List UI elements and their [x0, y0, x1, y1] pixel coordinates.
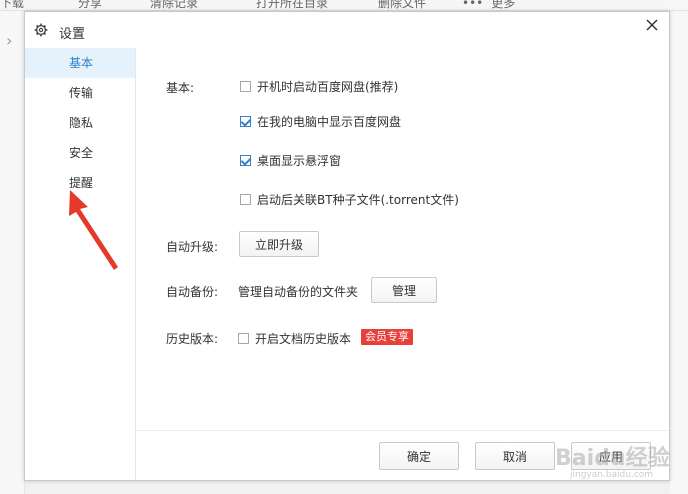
- share-icon: [60, 0, 72, 9]
- delete-icon: [360, 0, 372, 9]
- upgrade-now-button[interactable]: 立即升级: [239, 231, 319, 257]
- launch-on-startup-checkbox[interactable]: [240, 81, 251, 92]
- history-version-label: 历史版本:: [166, 332, 219, 346]
- option-document-history[interactable]: 开启文档历史版本: [238, 330, 351, 347]
- option-label: 开启文档历史版本: [255, 332, 352, 346]
- toolbar-download[interactable]: 下载: [0, 0, 24, 11]
- option-label: 桌面显示悬浮窗: [257, 154, 342, 168]
- desktop-float-window-checkbox[interactable]: [240, 155, 251, 166]
- cancel-button[interactable]: 取消: [475, 442, 555, 470]
- background-right-panel: [670, 11, 688, 494]
- dialog-footer: 确定 取消 应用: [136, 430, 669, 481]
- toolbar-delete-label: 删除文件: [378, 0, 427, 10]
- option-label: 启动后关联BT种子文件(.torrent文件): [257, 193, 459, 207]
- option-show-in-my-computer[interactable]: 在我的电脑中显示百度网盘: [240, 113, 401, 130]
- auto-backup-description: 管理自动备份的文件夹: [238, 285, 359, 299]
- more-dots-icon: •••: [462, 0, 484, 10]
- option-desktop-float-window[interactable]: 桌面显示悬浮窗: [240, 152, 341, 169]
- ok-button[interactable]: 确定: [379, 442, 459, 470]
- manage-backup-button[interactable]: 管理: [371, 277, 437, 303]
- gear-icon: [34, 23, 48, 37]
- sidebar-item-privacy[interactable]: 隐私: [25, 108, 135, 138]
- apply-button[interactable]: 应用: [571, 442, 651, 470]
- clear-icon: [132, 0, 144, 9]
- dialog-titlebar: 设置: [25, 12, 669, 48]
- sidebar-item-security[interactable]: 安全: [25, 138, 135, 168]
- toolbar-more[interactable]: ••• 更多: [462, 0, 515, 11]
- toolbar-more-label: 更多: [491, 0, 516, 10]
- vip-only-badge: 会员专享: [361, 329, 413, 345]
- sidebar-item-basic[interactable]: 基本: [25, 48, 135, 78]
- toolbar-clear-records[interactable]: 清除记录: [132, 0, 198, 11]
- annotation-arrow: [69, 190, 118, 270]
- show-in-my-computer-checkbox[interactable]: [240, 116, 251, 127]
- auto-backup-label: 自动备份:: [166, 285, 219, 299]
- toolbar-delete-file[interactable]: 删除文件: [360, 0, 426, 11]
- option-associate-bt-files[interactable]: 启动后关联BT种子文件(.torrent文件): [240, 191, 459, 208]
- settings-content: 基本: 开机时启动百度网盘(推荐) 在我的电脑中显示百度网盘 桌面显示悬浮窗 启…: [136, 48, 669, 430]
- toolbar-open-folder-label: 打开所在目录: [256, 0, 329, 10]
- close-icon[interactable]: [643, 16, 661, 34]
- option-label: 在我的电脑中显示百度网盘: [257, 115, 402, 129]
- auto-upgrade-label: 自动升级:: [166, 240, 219, 254]
- dialog-title: 设置: [59, 27, 86, 42]
- associate-bt-files-checkbox[interactable]: [240, 194, 251, 205]
- sidebar-item-transfer[interactable]: 传输: [25, 78, 135, 108]
- background-toolbar: 下载 分享 清除记录 打开所在目录 删除文件 ••• 更多: [0, 0, 688, 11]
- option-launch-on-startup[interactable]: 开机时启动百度网盘(推荐): [240, 78, 398, 95]
- toolbar-clear-label: 清除记录: [150, 0, 199, 10]
- document-history-checkbox[interactable]: [238, 333, 249, 344]
- option-label: 开机时启动百度网盘(推荐): [257, 80, 399, 94]
- chevron-right-icon[interactable]: ›: [6, 31, 12, 50]
- toolbar-share-label: 分享: [78, 0, 103, 10]
- toolbar-share[interactable]: 分享: [60, 0, 102, 11]
- basic-section-label: 基本:: [166, 81, 195, 95]
- background-left-panel: ›: [0, 11, 25, 494]
- toolbar-open-folder[interactable]: 打开所在目录: [238, 0, 328, 11]
- folder-icon: [238, 0, 250, 9]
